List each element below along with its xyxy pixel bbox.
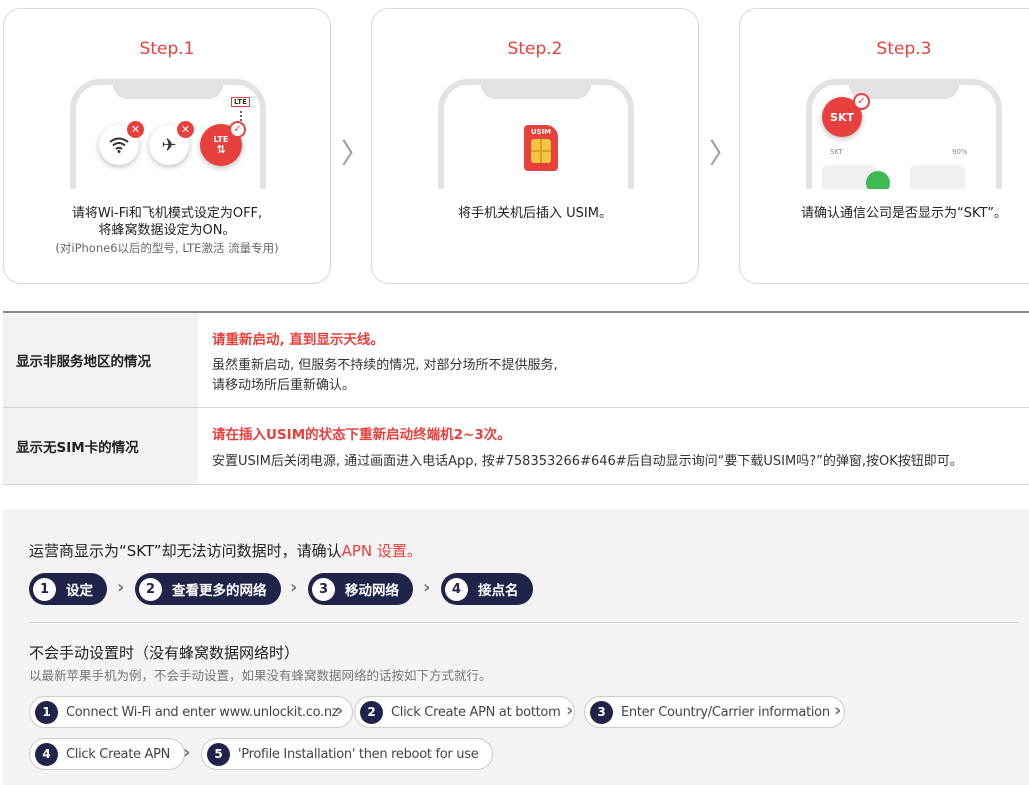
close-icon: ✕ [177,121,194,138]
phone-notch [113,85,223,99]
step-label: 移动网络 [345,583,399,599]
step-desc-line2: 将蜂窝数据设定为ON。 [98,223,236,238]
step-label: Connect Wi-Fi and enter www.unlockit.co.… [66,704,339,720]
manual-step-pill: 4 Click Create APN [29,738,186,770]
close-icon: ✕ [127,121,144,138]
manual-title: 不会手动设置时（没有蜂窝数据网络时） [29,644,300,662]
app-icon [866,171,890,189]
step-number: 2 [139,577,162,601]
step-number: 4 [35,742,58,766]
status-carrier: SKT [830,148,843,156]
step-label: Enter Country/Carrier information [621,704,830,720]
step-title: Step.1 [139,39,195,59]
chevron-right-icon: › [834,700,842,721]
chevron-right-icon: › [117,577,125,598]
row-highlight: 请重新启动, 直到显示天线。 [212,332,384,348]
usim-label: USIM [530,128,552,136]
step-label: 查看更多的网络 [172,583,267,599]
manual-step-pill: 3 Enter Country/Carrier information [584,696,845,728]
usim-card-icon: USIM [524,125,558,171]
row-text-line: 安置USIM后关闭电源, 通过画面进入电话App, 按#758353266#64… [212,454,963,469]
check-icon: ✓ [853,93,870,110]
manual-step-pill: 1 Connect Wi-Fi and enter www.unlockit.c… [29,696,354,728]
step-number: 2 [360,700,383,724]
step-number: 3 [312,577,335,601]
divider [29,622,1019,623]
apn-title: 运营商显示为“SKT”却无法访问数据时，请确认APN 设置。 [29,540,422,561]
data-arrows-icon: ⇅ [216,143,226,156]
apn-title-text: 运营商显示为“SKT”却无法访问数据时，请确认 [29,542,342,560]
chevron-right-icon: 〉 [341,137,370,170]
row-heading: 显示非服务地区的情况 [3,313,198,407]
step-number: 4 [445,577,468,601]
table-row: 显示无SIM卡的情况 请在插入USIM的状态下重新启动终端机2~3次。 安置US… [3,408,1029,485]
apn-step-pill: 4 接点名 [441,573,533,605]
step-title: Step.2 [507,39,563,59]
row-text-line: 虽然重新启动, 但服务不持续的情况, 对部分场所不提供服务, [212,358,558,373]
table-row: 显示非服务地区的情况 请重新启动, 直到显示天线。 虽然重新启动, 但服务不持续… [3,313,1029,408]
manual-step-pill: 2 Click Create APN at bottom [354,696,576,728]
chevron-right-icon: › [336,700,344,721]
apn-title-highlight: APN 设置。 [341,542,422,560]
sim-chip-icon [531,139,551,163]
phone-notch [481,85,591,99]
status-battery: 90% [952,148,968,156]
step-desc-line1: 将手机关机后插入 USIM。 [458,206,612,221]
row-heading: 显示无SIM卡的情况 [3,408,198,484]
step-label: 设定 [66,583,93,599]
phone-illustration: USIM [438,79,634,189]
step-label: 接点名 [478,583,519,599]
phone-illustration: SKT ✓ SKT 90% [806,79,1002,189]
step-number: 3 [590,700,613,724]
step-title: Step.3 [876,39,932,59]
step-number: 1 [35,700,58,724]
apn-settings-section: 运营商显示为“SKT”却无法访问数据时，请确认APN 设置。 1 设定 › 2 … [3,509,1029,785]
manual-step-pill: 5 'Profile Installation' then reboot for… [201,738,494,770]
step-number: 1 [33,577,56,601]
row-body: 请在插入USIM的状态下重新启动终端机2~3次。 安置USIM后关闭电源, 通过… [198,408,1029,484]
step-card-2: Step.2 USIM 将手机关机后插入 USIM。 [371,8,699,284]
chevron-right-icon: › [183,742,191,763]
step-desc-line1: 请将Wi-Fi和飞机模式设定为OFF, [71,206,263,221]
step-desc-line1: 请确认通信公司是否显示为“SKT”。 [801,206,1007,221]
chevron-right-icon: › [290,577,298,598]
row-body: 请重新启动, 直到显示天线。 虽然重新启动, 但服务不持续的情况, 对部分场所不… [198,313,1029,407]
step-label: 'Profile Installation' then reboot for u… [238,746,479,762]
manual-subtitle: 以最新苹果手机为例，不会手动设置，如果没有蜂窝数据网络的话按如下方式就行。 [29,668,492,683]
phone-illustration: LTE ✕ ✈ ✕ LTE ⇅ ✓ [70,79,266,189]
row-text-line: 请移动场所后重新确认。 [212,378,356,393]
app-tile [910,165,965,189]
apn-step-pill: 3 移动网络 [308,573,413,605]
apn-step-pill: 1 设定 [29,573,107,605]
troubleshooting-table: 显示非服务地区的情况 请重新启动, 直到显示天线。 虽然重新启动, 但服务不持续… [3,311,1029,485]
steps-section: Step.1 LTE ✕ ✈ ✕ LTE ⇅ ✓ 请将Wi-Fi和飞机模式设定为… [0,0,1029,290]
lte-status-indicator: LTE [231,97,250,107]
chevron-right-icon: › [566,700,574,721]
step-label: Click Create APN [66,746,171,762]
apn-step-pill: 2 查看更多的网络 [135,573,281,605]
row-highlight: 请在插入USIM的状态下重新启动终端机2~3次。 [212,427,511,443]
step-label: Click Create APN at bottom [391,704,561,720]
check-icon: ✓ [229,121,246,138]
chevron-right-icon: › [423,577,431,598]
chevron-right-icon: 〉 [709,137,738,170]
step-note: (对iPhone6以后的型号, LTE激活 流量专用) [55,241,279,255]
step-card-3: Step.3 SKT ✓ SKT 90% 请确认通信公司是否显示为“SKT”。 [739,8,1029,284]
step-card-1: Step.1 LTE ✕ ✈ ✕ LTE ⇅ ✓ 请将Wi-Fi和飞机模式设定为… [3,8,331,284]
step-number: 5 [207,742,230,766]
